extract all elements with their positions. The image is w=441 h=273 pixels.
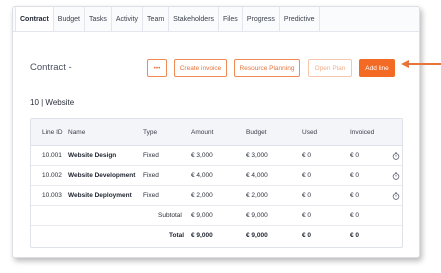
timer-icon[interactable] (392, 152, 400, 160)
subtotal-used: € 0 (302, 212, 312, 219)
line-name[interactable]: Website Deployment (68, 186, 132, 206)
subtotal-invoiced: € 0 (350, 212, 360, 219)
line-invoiced: € 0 (350, 152, 360, 159)
tab-tasks[interactable]: Tasks (85, 7, 112, 31)
section-title: 10 | Website (30, 98, 75, 107)
tab-budget[interactable]: Budget (54, 7, 85, 31)
total-invoiced: € 0 (350, 232, 360, 239)
tab-progress[interactable]: Progress (243, 7, 280, 31)
subtotal-budget: € 9,000 (246, 212, 268, 219)
total-budget: € 9,000 (246, 232, 268, 239)
line-type: Fixed (143, 152, 159, 159)
tab-bar: Contract Budget Tasks Activity Team Stak… (13, 7, 419, 32)
tab-stakeholders[interactable]: Stakeholders (169, 7, 220, 31)
timer-icon[interactable] (392, 192, 400, 200)
line-type: Fixed (143, 172, 159, 179)
tab-activity[interactable]: Activity (112, 7, 144, 31)
line-invoiced: € 0 (350, 192, 360, 199)
line-budget: € 2,000 (246, 192, 268, 199)
line-budget: € 3,000 (246, 152, 268, 159)
resource-planning-button[interactable]: Resource Planning (234, 59, 300, 77)
tab-predictive[interactable]: Predictive (280, 7, 320, 31)
tab-files[interactable]: Files (219, 7, 243, 31)
pointer-arrow-icon (401, 60, 441, 68)
total-row: Total € 9,000 € 9,000 € 0 € 0 (31, 226, 402, 246)
line-used: € 0 (302, 192, 312, 199)
header-budget: Budget (246, 129, 267, 136)
total-label: Total (169, 232, 185, 239)
total-used: € 0 (302, 232, 312, 239)
header-line-id: Line ID (42, 129, 63, 136)
subtotal-label: Subtotal (158, 212, 182, 219)
line-id: 10.003 (42, 192, 62, 199)
contract-card: Contract Budget Tasks Activity Team Stak… (12, 6, 420, 258)
line-used: € 0 (302, 152, 312, 159)
subtotal-row: Subtotal € 9,000 € 9,000 € 0 € 0 (31, 206, 402, 226)
header-name: Name (68, 129, 86, 136)
table-row[interactable]: 10.001 Website Design Fixed € 3,000 € 3,… (31, 146, 402, 166)
table-row[interactable]: 10.003 Website Deployment Fixed € 2,000 … (31, 186, 402, 206)
header-amount: Amount (191, 129, 214, 136)
tab-team[interactable]: Team (143, 7, 170, 31)
line-used: € 0 (302, 172, 312, 179)
add-line-button[interactable]: Add line (359, 59, 395, 77)
line-amount: € 3,000 (191, 152, 213, 159)
contract-lines-table: Line ID Name Type Amount Budget Used Inv… (30, 118, 403, 248)
table-row[interactable]: 10.002 Website Development Fixed € 4,000… (31, 166, 402, 186)
line-type: Fixed (143, 192, 159, 199)
line-invoiced: € 0 (350, 172, 360, 179)
page-title: Contract - (30, 62, 72, 73)
line-amount: € 2,000 (191, 192, 213, 199)
tab-contract[interactable]: Contract (15, 7, 54, 31)
line-budget: € 4,000 (246, 172, 268, 179)
line-id: 10.002 (42, 172, 62, 179)
total-amount: € 9,000 (191, 232, 213, 239)
header-invoiced: Invoiced (350, 129, 375, 136)
header-type: Type (143, 129, 158, 136)
line-amount: € 4,000 (191, 172, 213, 179)
timer-icon[interactable] (392, 172, 400, 180)
subtotal-amount: € 9,000 (191, 212, 213, 219)
line-id: 10.001 (42, 152, 62, 159)
header-used: Used (302, 129, 318, 136)
line-name[interactable]: Website Design (68, 146, 116, 166)
create-invoice-button[interactable]: Create invoice (174, 59, 227, 77)
table-header: Line ID Name Type Amount Budget Used Inv… (31, 119, 402, 146)
more-options-button[interactable]: ••• (147, 59, 167, 77)
open-plan-button[interactable]: Open Plan (308, 59, 352, 77)
line-name[interactable]: Website Development (68, 166, 135, 186)
